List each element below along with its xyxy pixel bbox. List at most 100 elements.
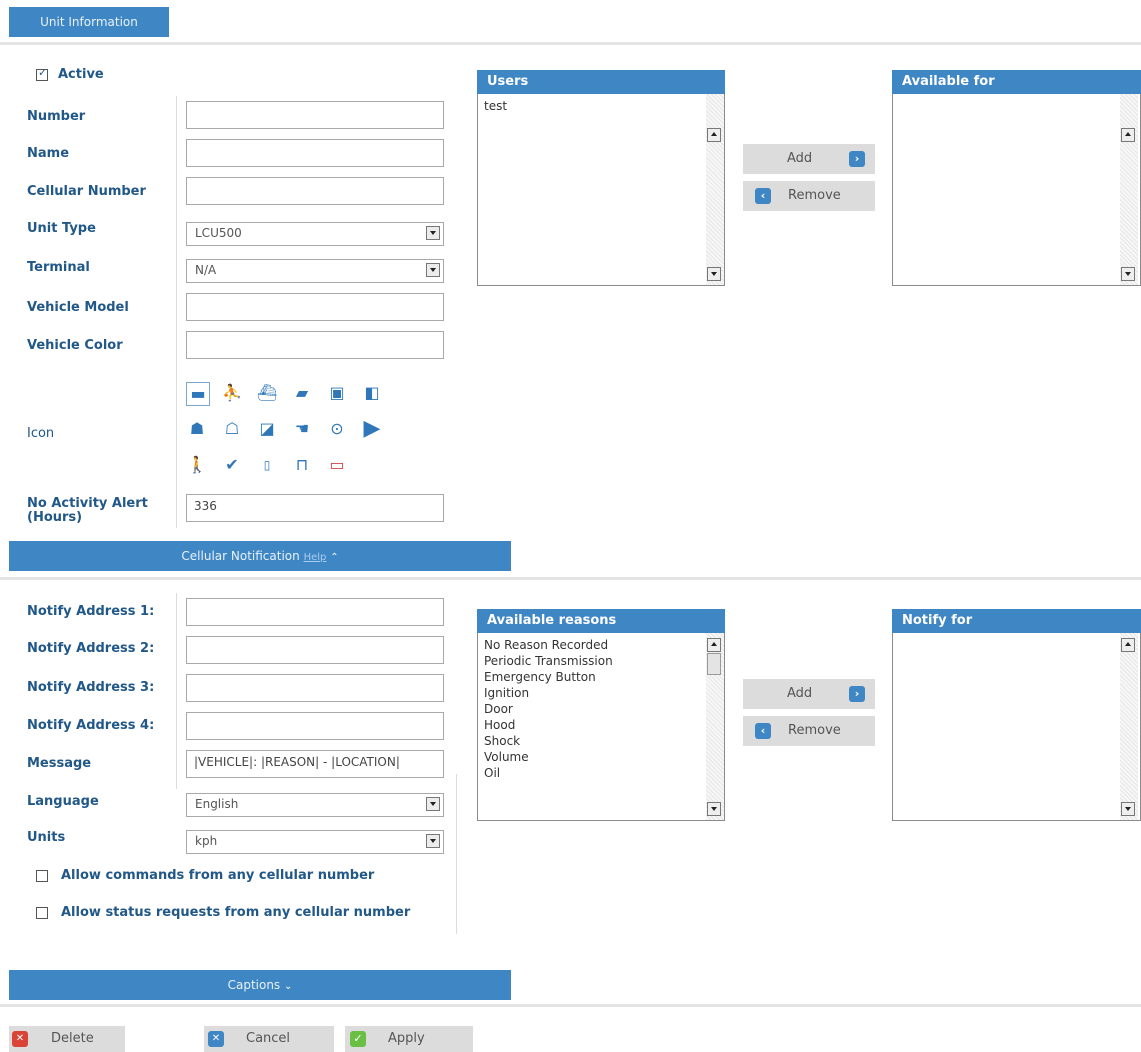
tab-unit-information[interactable]: Unit Information xyxy=(9,7,169,37)
reasons-remove-label: Remove xyxy=(788,723,841,738)
icon-picker: ▬ ⛹ ⛴ ▰ ▣ ◧ ☗ ☖ ◪ ☚ ⊙ ▶ 🚶 ✔ ▯ ⊓ ▭ xyxy=(184,380,414,488)
vehicle-model-field[interactable] xyxy=(186,293,444,321)
message-field[interactable]: |VEHICLE|: |REASON| - |LOCATION| xyxy=(186,750,444,778)
scroll-down-icon[interactable] xyxy=(707,802,721,816)
form-separator xyxy=(456,774,457,934)
crowd-icon[interactable]: ⛹ xyxy=(221,382,243,404)
scrollbar[interactable] xyxy=(1120,94,1138,285)
list-item[interactable]: Oil xyxy=(484,765,718,781)
notify-address-1-field[interactable] xyxy=(186,598,444,626)
walker-icon[interactable]: 🚶 xyxy=(186,454,208,476)
allow-commands-checkbox[interactable] xyxy=(36,870,48,882)
scrollbar[interactable] xyxy=(706,94,724,285)
list-item[interactable]: Ignition xyxy=(484,685,718,701)
cancel-button[interactable]: Cancel xyxy=(204,1026,334,1052)
list-item[interactable]: Shock xyxy=(484,733,718,749)
boat-icon[interactable]: ⛴ xyxy=(256,382,278,404)
list-item[interactable]: Door xyxy=(484,701,718,717)
active-checkbox[interactable]: ✓ xyxy=(36,66,48,81)
name-field[interactable] xyxy=(186,139,444,167)
car-icon[interactable]: ▬ xyxy=(186,382,210,406)
heavy-truck-icon[interactable]: ◪ xyxy=(256,418,278,440)
arrow-left-icon xyxy=(755,188,771,204)
chevron-down-icon[interactable] xyxy=(426,226,440,240)
language-select[interactable]: English xyxy=(186,793,444,817)
notify-for-list[interactable] xyxy=(892,633,1141,821)
unit-type-label: Unit Type xyxy=(27,221,96,236)
scroll-down-icon[interactable] xyxy=(1121,267,1135,281)
allow-status-label: Allow status requests from any cellular … xyxy=(61,905,411,920)
list-item[interactable]: Periodic Transmission xyxy=(484,653,718,669)
chevron-down-icon[interactable] xyxy=(426,263,440,277)
scroll-up-icon[interactable] xyxy=(1121,638,1135,652)
notify-for-title: Notify for xyxy=(892,609,1141,633)
users-panel: Users test xyxy=(477,70,725,286)
available-reasons-title: Available reasons xyxy=(477,609,725,633)
terminal-select[interactable]: N/A xyxy=(186,259,444,283)
notify-address-4-field[interactable] xyxy=(186,712,444,740)
phone-icon[interactable]: ▯ xyxy=(256,454,278,476)
cellular-number-field[interactable] xyxy=(186,177,444,205)
number-label: Number xyxy=(27,109,86,124)
tab-unit-information-label: Unit Information xyxy=(40,15,138,29)
scroll-up-icon[interactable] xyxy=(707,128,721,142)
chevron-down-icon[interactable] xyxy=(426,834,440,848)
name-label: Name xyxy=(27,146,70,161)
reasons-remove-button[interactable]: Remove xyxy=(743,716,875,746)
scroll-thumb[interactable] xyxy=(707,653,721,675)
delete-button[interactable]: Delete xyxy=(9,1026,125,1052)
no-activity-field[interactable]: 336 xyxy=(186,494,444,522)
cellular-notification-header[interactable]: Cellular Notification Help ⌃ xyxy=(9,541,511,571)
list-item[interactable]: Hood xyxy=(484,717,718,733)
language-value: English xyxy=(195,797,239,811)
lock-icon[interactable]: ⊓ xyxy=(291,454,313,476)
play-arrow-icon[interactable]: ▶ xyxy=(361,418,383,440)
sedan-icon[interactable]: ▰ xyxy=(291,382,313,404)
users-remove-button[interactable]: Remove xyxy=(743,181,875,211)
scroll-up-icon[interactable] xyxy=(707,638,721,652)
allow-status-checkbox[interactable] xyxy=(36,907,48,919)
notify-address-4-label: Notify Address 4: xyxy=(27,718,155,733)
captions-title: Captions xyxy=(227,978,281,992)
units-select[interactable]: kph xyxy=(186,830,444,854)
flag-icon[interactable]: ▭ xyxy=(326,454,348,476)
scroll-down-icon[interactable] xyxy=(1121,802,1135,816)
arrow-left-icon xyxy=(755,723,771,739)
available-for-list[interactable] xyxy=(892,94,1141,286)
quad-icon[interactable]: ☖ xyxy=(221,418,243,440)
tow-truck-icon[interactable]: ◧ xyxy=(361,382,383,404)
scrollbar[interactable] xyxy=(706,633,724,820)
scroll-down-icon[interactable] xyxy=(707,267,721,281)
list-item[interactable]: No Reason Recorded xyxy=(484,637,718,653)
chevron-down-icon[interactable]: ⌄ xyxy=(284,981,292,992)
scroll-up-icon[interactable] xyxy=(1121,128,1135,142)
list-item[interactable]: test xyxy=(484,98,718,114)
scrollbar[interactable] xyxy=(1120,633,1138,820)
target-icon[interactable]: ⊙ xyxy=(326,418,348,440)
unit-type-select[interactable]: LCU500 xyxy=(186,222,444,246)
delete-icon xyxy=(12,1031,28,1047)
list-item[interactable]: Emergency Button xyxy=(484,669,718,685)
captions-header[interactable]: Captions ⌄ xyxy=(9,970,511,1000)
truck-icon[interactable]: ▣ xyxy=(326,382,348,404)
chevron-down-icon[interactable] xyxy=(426,797,440,811)
cellular-number-label: Cellular Number xyxy=(27,184,146,199)
users-list[interactable]: test xyxy=(477,94,725,286)
notify-address-2-field[interactable] xyxy=(186,636,444,664)
available-reasons-list[interactable]: No Reason Recorded Periodic Transmission… xyxy=(477,633,725,821)
reasons-add-button[interactable]: Add xyxy=(743,679,875,709)
number-field[interactable] xyxy=(186,101,444,129)
list-item[interactable]: Volume xyxy=(484,749,718,765)
no-activity-label-line1: No Activity Alert xyxy=(27,496,148,511)
apply-button[interactable]: Apply xyxy=(345,1026,473,1052)
vehicle-color-label: Vehicle Color xyxy=(27,338,123,353)
notify-address-3-field[interactable] xyxy=(186,674,444,702)
users-add-button[interactable]: Add xyxy=(743,144,875,174)
motorcycle-icon[interactable]: ☗ xyxy=(186,418,208,440)
vehicle-color-field[interactable] xyxy=(186,331,444,359)
help-link[interactable]: Help xyxy=(304,552,327,563)
cellular-notification-title: Cellular Notification xyxy=(181,549,300,563)
pointer-icon[interactable]: ✔ xyxy=(221,454,243,476)
chevron-up-icon[interactable]: ⌃ xyxy=(330,552,338,563)
hand-icon[interactable]: ☚ xyxy=(291,418,313,440)
